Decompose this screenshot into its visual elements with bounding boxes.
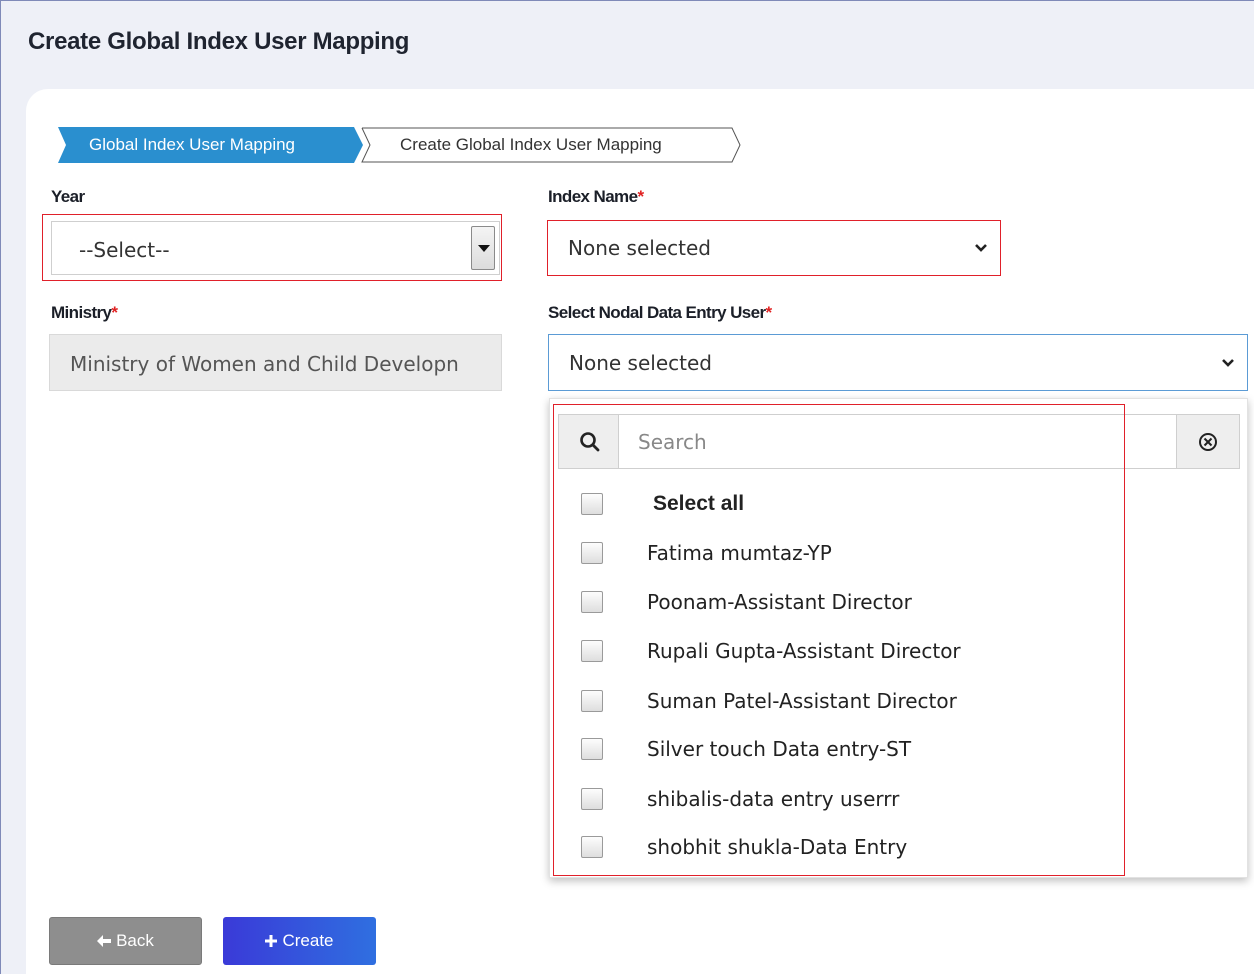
index-name-label: Index Name* bbox=[548, 187, 644, 206]
year-label: Year bbox=[51, 187, 85, 206]
clear-search-button[interactable] bbox=[1176, 415, 1239, 468]
index-name-value: None selected bbox=[568, 236, 711, 260]
ministry-field: Ministry of Women and Child Developn bbox=[49, 334, 502, 391]
create-button[interactable]: Create bbox=[223, 917, 376, 965]
dropdown-arrow-icon[interactable] bbox=[471, 226, 495, 270]
required-mark: * bbox=[765, 303, 773, 322]
year-select-value: --Select-- bbox=[79, 238, 170, 262]
close-circle-icon bbox=[1199, 433, 1217, 451]
breadcrumb-step-create[interactable]: Create Global Index User Mapping bbox=[361, 127, 741, 163]
page-title: Create Global Index User Mapping bbox=[28, 28, 410, 55]
year-select[interactable]: --Select-- bbox=[51, 221, 500, 275]
nodal-user-value: None selected bbox=[569, 351, 712, 375]
nodal-user-select[interactable]: None selected bbox=[548, 334, 1248, 391]
back-button[interactable]: Back bbox=[49, 917, 202, 965]
create-button-label: Create bbox=[282, 931, 334, 950]
chevron-down-icon bbox=[1222, 359, 1234, 367]
breadcrumb-next-label: Create Global Index User Mapping bbox=[400, 135, 662, 154]
arrow-left-icon bbox=[97, 935, 112, 947]
nodal-user-label: Select Nodal Data Entry User* bbox=[548, 303, 773, 322]
index-name-select[interactable]: None selected bbox=[547, 220, 1001, 276]
back-button-label: Back bbox=[116, 931, 154, 950]
options-highlight-box bbox=[553, 404, 1125, 876]
ministry-label: Ministry* bbox=[51, 303, 118, 322]
chevron-down-icon bbox=[975, 244, 987, 252]
ministry-value: Ministry of Women and Child Developn bbox=[70, 352, 459, 376]
plus-icon bbox=[265, 935, 278, 947]
breadcrumb-step-mapping[interactable]: Global Index User Mapping bbox=[58, 127, 363, 163]
breadcrumb-active-label: Global Index User Mapping bbox=[89, 135, 296, 154]
required-mark: * bbox=[111, 303, 118, 322]
required-mark: * bbox=[637, 187, 644, 206]
